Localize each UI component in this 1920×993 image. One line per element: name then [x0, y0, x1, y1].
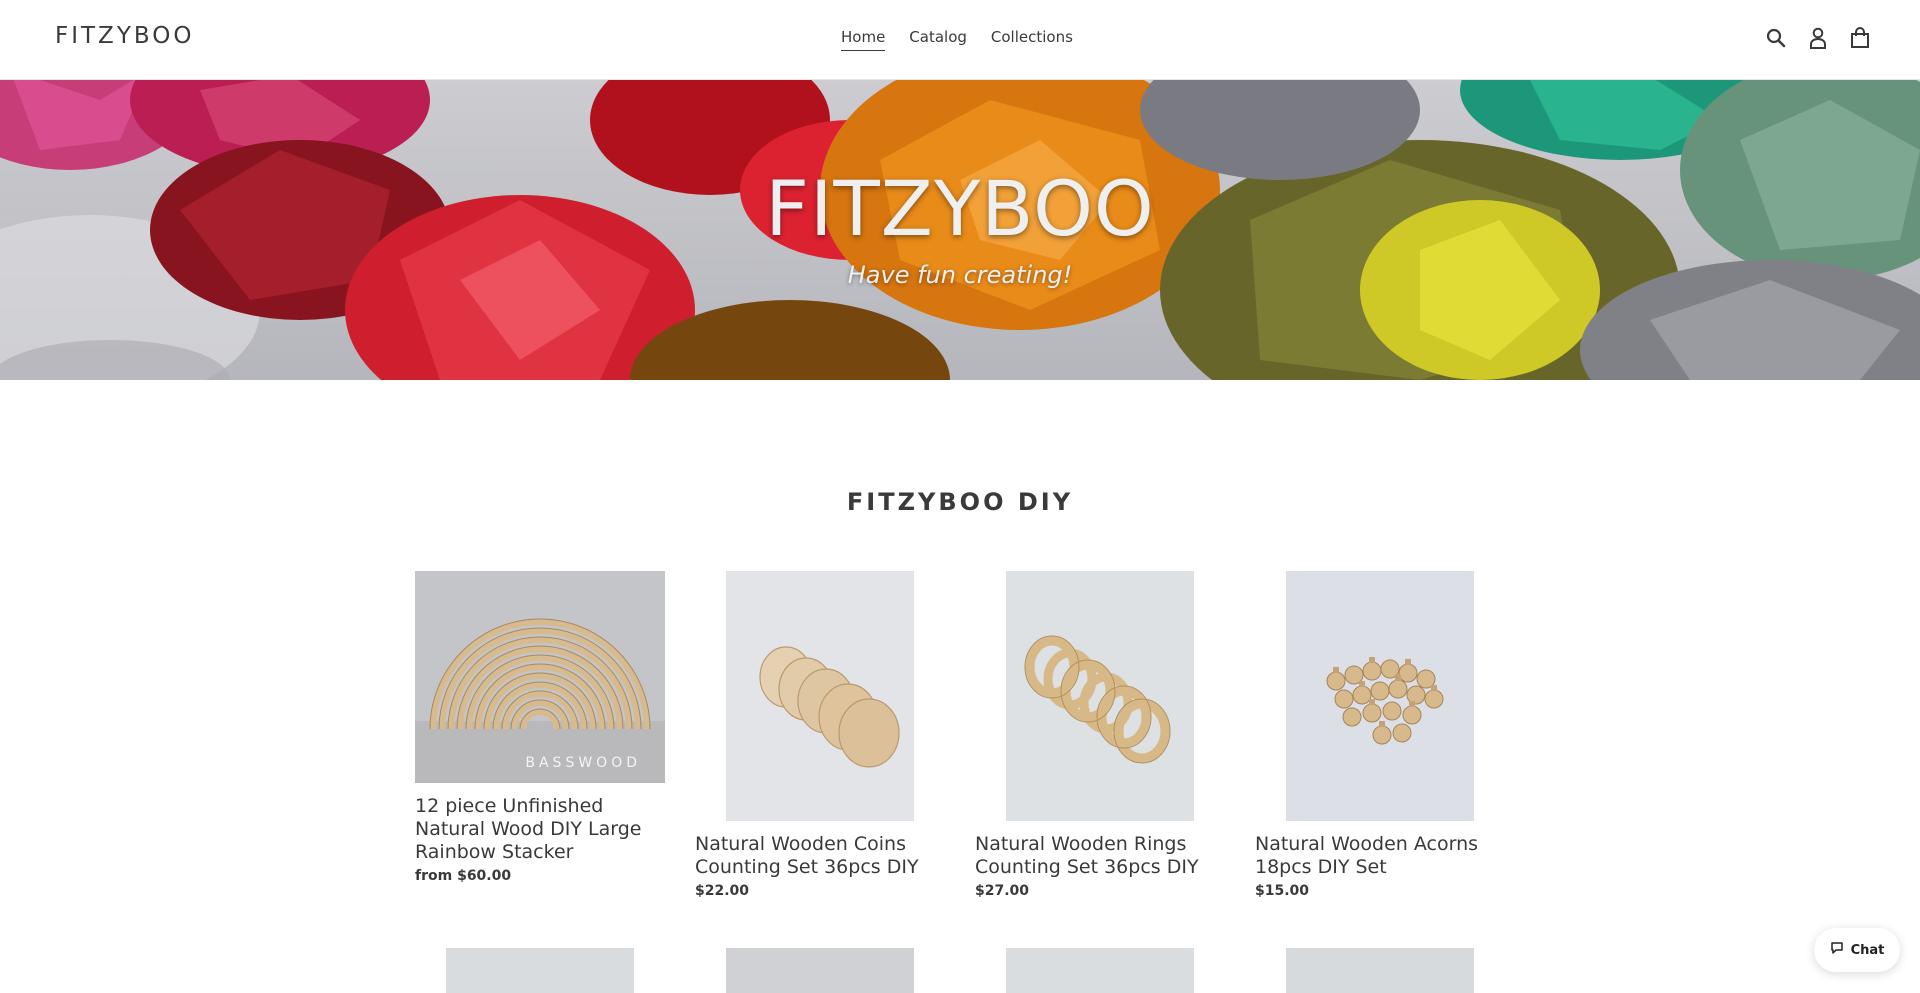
product-name: Natural Wooden Coins Counting Set 36pcs … — [695, 833, 919, 878]
product-price: from $60.00 — [415, 868, 512, 884]
product-image — [1006, 571, 1194, 821]
product-card[interactable]: Natural Wooden Acorns 18pcs DIY Set $15.… — [1255, 571, 1505, 899]
main-nav: Home Catalog Collections — [841, 28, 1073, 51]
hero-banner: FITZYBOO Have fun creating! — [0, 80, 1920, 380]
product-price: $27.00 — [975, 883, 1030, 899]
collection-title: FITZYBOO DIY — [846, 488, 1074, 516]
site-logo[interactable]: FITZYBOO — [55, 23, 194, 49]
header-icons — [1764, 26, 1872, 50]
product-image — [1286, 571, 1474, 821]
product-card[interactable]: Natural Wooden Rings Counting Set 36pcs … — [975, 571, 1225, 899]
hero-title: FITZYBOO — [765, 164, 1155, 253]
chat-label: Chat — [1850, 942, 1885, 958]
site-header: FITZYBOO Home Catalog Collections — [0, 0, 1920, 80]
product-image-row2[interactable] — [1286, 948, 1474, 993]
search-icon[interactable] — [1764, 26, 1788, 50]
product-price: $15.00 — [1255, 883, 1310, 899]
product-image-row2[interactable] — [726, 948, 914, 993]
product-image-row2[interactable] — [446, 948, 634, 993]
product-card[interactable]: BASSWOOD 12 piece Unfinished Natural Woo… — [415, 571, 665, 884]
product-image-row2[interactable] — [1006, 948, 1194, 993]
hero-subtitle: Have fun creating! — [847, 261, 1073, 289]
image-caption: BASSWOOD — [525, 755, 641, 771]
nav-home[interactable]: Home — [841, 28, 886, 51]
product-image: BASSWOOD — [415, 571, 665, 783]
nav-collections[interactable]: Collections — [991, 28, 1073, 51]
chat-bubble-icon — [1830, 941, 1844, 959]
product-image — [726, 571, 914, 821]
chat-button[interactable]: Chat — [1814, 928, 1900, 972]
product-name: Natural Wooden Rings Counting Set 36pcs … — [975, 833, 1199, 878]
product-price: $22.00 — [695, 883, 750, 899]
account-icon[interactable] — [1806, 26, 1830, 50]
cart-icon[interactable] — [1848, 26, 1872, 50]
product-name: Natural Wooden Acorns 18pcs DIY Set — [1255, 833, 1479, 878]
nav-catalog[interactable]: Catalog — [909, 28, 967, 51]
product-card[interactable]: Natural Wooden Coins Counting Set 36pcs … — [695, 571, 945, 899]
product-name: 12 piece Unfinished Natural Wood DIY Lar… — [415, 795, 642, 863]
